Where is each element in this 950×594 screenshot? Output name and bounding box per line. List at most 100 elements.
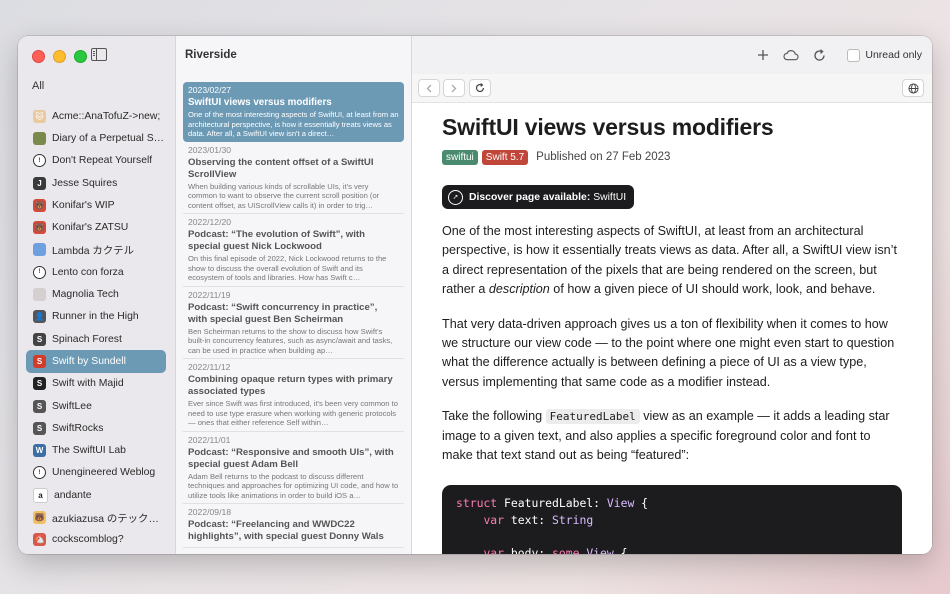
sidebar-feed-label: Lambda カクテル bbox=[52, 246, 134, 258]
code-text: body: bbox=[504, 545, 553, 555]
sidebar-toggle-icon[interactable] bbox=[91, 48, 107, 61]
feed-list: 🐱 Acme::AnaTofuZ->new;Diary of a Perpetua… bbox=[26, 105, 166, 551]
sidebar-feed-label: Magnolia Tech bbox=[52, 289, 119, 301]
diary-icon bbox=[33, 131, 46, 145]
sidebar-feed-item[interactable]: a andante bbox=[26, 484, 166, 506]
refresh-icon[interactable] bbox=[811, 47, 827, 63]
code-block: struct FeaturedLabel: View { var text: S… bbox=[442, 485, 902, 554]
sidebar-feed-item[interactable]: J Jesse Squires bbox=[26, 172, 166, 194]
paragraph-2: That very data-driven approach gives us … bbox=[442, 316, 895, 389]
toolbar: Unread only bbox=[412, 36, 932, 74]
sidebar-item-all[interactable]: All bbox=[32, 80, 44, 92]
sidebar-feed-item[interactable]: S Spinach Forest bbox=[26, 328, 166, 350]
article-summary: On this final episode of 2022, Nick Lock… bbox=[188, 254, 387, 282]
code-type: View bbox=[606, 496, 635, 510]
swiftlee-icon: S bbox=[33, 399, 46, 413]
article-list-item[interactable]: 2022/11/01 Podcast: “Responsive and smoot… bbox=[183, 432, 404, 504]
code-type: View bbox=[579, 545, 614, 555]
sidebar-feed-item[interactable]: ! Unengineered Weblog bbox=[26, 462, 166, 484]
article-body: SwiftUI views versus modifiers swiftui S… bbox=[442, 112, 904, 465]
acme-icon: 🐱 bbox=[33, 109, 46, 123]
sidebar-feed-item[interactable]: S Swift with Majid bbox=[26, 373, 166, 395]
article-list-title: Podcast: “Swift concurrency in practice”… bbox=[188, 301, 378, 325]
paragraph-3-text: Take the following bbox=[442, 409, 546, 424]
minimize-window-button[interactable] bbox=[53, 50, 66, 63]
article-list-item[interactable]: 2022/11/12 Combining opaque return types … bbox=[183, 359, 404, 432]
sidebar-feed-label: Spinach Forest bbox=[52, 333, 122, 345]
sidebar-feed-label: Diary of a Perpetual S… bbox=[52, 132, 165, 144]
sidebar-feed-item[interactable]: W The SwiftUI Lab bbox=[26, 439, 166, 461]
article-list-pane: Riverside 2023/02/27 SwiftUI views versus… bbox=[176, 36, 412, 554]
reload-icon bbox=[475, 83, 485, 93]
code-text: FeaturedLabel: bbox=[497, 496, 607, 510]
sidebar-feed-label: Acme::AnaTofuZ->new; bbox=[52, 110, 161, 122]
sidebar-feed-label: Lento con forza bbox=[52, 266, 124, 278]
plus-icon[interactable] bbox=[755, 47, 771, 63]
sidebar-feed-label: Konifar's WIP bbox=[52, 199, 115, 211]
sidebar-feed-item[interactable]: 🐻 Konifar's ZATSU bbox=[26, 216, 166, 238]
sidebar-feed-label: The SwiftUI Lab bbox=[52, 445, 126, 457]
sidebar-feed-item[interactable]: 🐻 Konifar's WIP bbox=[26, 194, 166, 216]
article-list-item[interactable]: 2023/02/27 SwiftUI views versus modifiers… bbox=[183, 82, 404, 142]
ring-icon: ! bbox=[33, 265, 46, 279]
forward-button[interactable] bbox=[443, 79, 465, 97]
sidebar-feed-item[interactable]: S SwiftRocks bbox=[26, 417, 166, 439]
jesse-icon: J bbox=[33, 176, 46, 190]
article-date: 2022/11/01 bbox=[188, 434, 231, 445]
sidebar-feed-label: andante bbox=[54, 489, 92, 501]
sidebar-feed-label: azukiazusa のテックブ… bbox=[52, 513, 166, 525]
sidebar-feed-item[interactable]: 🐔 cockscomblog? bbox=[26, 529, 166, 551]
article-list-item[interactable]: 2022/11/19 Podcast: “Swift concurrency in… bbox=[183, 287, 404, 359]
article-list-item[interactable]: 2022/09/18 Podcast: “Freelancing and WWDC… bbox=[183, 504, 404, 548]
unread-only-toggle[interactable]: Unread only bbox=[847, 48, 922, 62]
article-title: SwiftUI views versus modifiers bbox=[442, 114, 774, 140]
code-keyword: var bbox=[483, 545, 505, 555]
sidebar-feed-label: Don't Repeat Yourself bbox=[52, 155, 153, 167]
cockscomb-icon: 🐔 bbox=[33, 533, 46, 547]
app-window: All 🐱 Acme::AnaTofuZ->new;Diary of a Perp… bbox=[18, 36, 932, 554]
sidebar-feed-label: SwiftRocks bbox=[52, 422, 104, 434]
reload-button[interactable] bbox=[469, 79, 491, 97]
sidebar: All 🐱 Acme::AnaTofuZ->new;Diary of a Perp… bbox=[18, 36, 176, 554]
unread-only-checkbox[interactable] bbox=[847, 48, 861, 62]
sidebar-feed-item[interactable]: 👤 Runner in the High bbox=[26, 306, 166, 328]
open-in-browser-button[interactable] bbox=[902, 79, 924, 97]
runner-icon: 👤 bbox=[33, 310, 46, 324]
tag-swift-version[interactable]: Swift 5.7 bbox=[481, 149, 529, 165]
andante-icon: a bbox=[33, 487, 48, 503]
sidebar-feed-item[interactable]: S Swift by Sundell bbox=[26, 350, 166, 373]
article-list-item[interactable]: 2023/01/30 Observing the content offset o… bbox=[183, 142, 404, 214]
sidebar-feed-item[interactable]: Diary of a Perpetual S… bbox=[26, 127, 166, 149]
article-list-title: Observing the content offset of a SwiftU… bbox=[188, 156, 374, 180]
sidebar-feed-item[interactable]: S SwiftLee bbox=[26, 395, 166, 417]
article-date: 2022/09/18 bbox=[188, 507, 232, 517]
sidebar-feed-item[interactable]: Lambda カクテル bbox=[26, 239, 166, 261]
article-summary: When building various kinds of scrollabl… bbox=[188, 181, 380, 210]
chevron-right-icon bbox=[451, 84, 457, 92]
wordpress-icon: W bbox=[33, 444, 46, 458]
cloud-icon[interactable] bbox=[783, 47, 799, 63]
globe-icon bbox=[907, 82, 919, 94]
sidebar-feed-label: Unengineered Weblog bbox=[52, 467, 156, 479]
reader-pane: Unread only SwiftUI views versus modifie… bbox=[412, 36, 932, 554]
article-summary: Ben Scheirman returns to the show to dis… bbox=[188, 326, 393, 355]
sidebar-feed-item[interactable]: 🐻 azukiazusa のテックブ… bbox=[26, 506, 166, 528]
article-summary: Ever since Swift was first introduced, i… bbox=[188, 399, 398, 427]
close-window-button[interactable] bbox=[32, 50, 45, 63]
discover-page-banner[interactable]: ➚ Discover page available: SwiftUI bbox=[442, 185, 635, 209]
spinach-icon: S bbox=[33, 332, 46, 346]
zoom-window-button[interactable] bbox=[74, 50, 87, 63]
tag-swiftui[interactable]: swiftui bbox=[442, 149, 478, 165]
sidebar-feed-item[interactable]: ! Lento con forza bbox=[26, 261, 166, 283]
code-text: text: bbox=[504, 512, 553, 527]
sidebar-feed-item[interactable]: Magnolia Tech bbox=[26, 283, 166, 305]
article-date: 2023/01/30 bbox=[188, 144, 232, 155]
sidebar-feed-item[interactable]: 🐱 Acme::AnaTofuZ->new; bbox=[26, 105, 166, 127]
article-list-title: Podcast: “Responsive and smooth UIs”, wi… bbox=[188, 446, 394, 470]
sidebar-feed-item[interactable]: ! Don't Repeat Yourself bbox=[26, 150, 166, 172]
back-button[interactable] bbox=[418, 79, 440, 97]
konifar-icon: 🐻 bbox=[33, 221, 46, 235]
article-list-item[interactable]: 2022/12/20 Podcast: “The evolution of Swi… bbox=[183, 214, 404, 287]
compass-icon: ➚ bbox=[448, 189, 463, 205]
paragraph-1: One of the most interesting aspects of S… bbox=[442, 222, 904, 300]
